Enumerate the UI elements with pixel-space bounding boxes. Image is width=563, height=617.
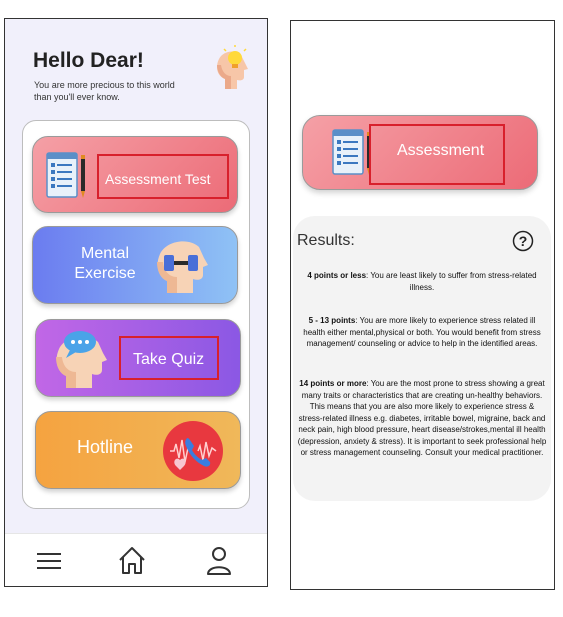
result-text: : You are the most prone to stress showi… — [297, 379, 547, 457]
result-text: : You are least likely to suffer from st… — [366, 271, 537, 292]
home-icon[interactable] — [117, 544, 147, 576]
assessment-label: Assessment — [397, 142, 485, 159]
svg-text:?: ? — [519, 233, 528, 249]
question-icon[interactable]: ? — [512, 230, 534, 252]
user-icon[interactable] — [204, 544, 234, 576]
hotline-label: Hotline — [77, 437, 134, 457]
result-block-medium: 5 - 13 points: You are more likely to ex… — [297, 315, 547, 350]
highlight-box — [97, 154, 229, 199]
head-dumbbell-icon — [157, 241, 208, 293]
result-block-low: 4 points or less: You are least likely t… — [297, 270, 547, 293]
result-heading: 5 - 13 points — [308, 316, 356, 325]
assessment-results-screen: Assessment Results: ? 4 points or less: … — [290, 20, 555, 590]
greeting-title: Hello Dear! — [33, 49, 144, 72]
mental-exercise-label: Mental Exercise — [74, 245, 136, 282]
results-title: Results: — [297, 232, 355, 249]
bottom-nav — [5, 533, 267, 586]
highlight-box — [119, 336, 219, 380]
result-heading: 14 points or more — [299, 379, 367, 388]
result-heading: 4 points or less — [307, 271, 367, 280]
head-chat-icon — [56, 331, 107, 388]
hotline-card[interactable] — [35, 411, 241, 489]
phone-heart-icon — [163, 421, 223, 481]
head-lightbulb-icon — [217, 45, 248, 89]
result-block-high: 14 points or more: You are the most pron… — [297, 378, 547, 459]
menu-icon[interactable] — [35, 544, 65, 576]
checklist-pen-icon — [46, 152, 85, 198]
greeting-subtitle: You are more precious to this world than… — [34, 80, 175, 102]
